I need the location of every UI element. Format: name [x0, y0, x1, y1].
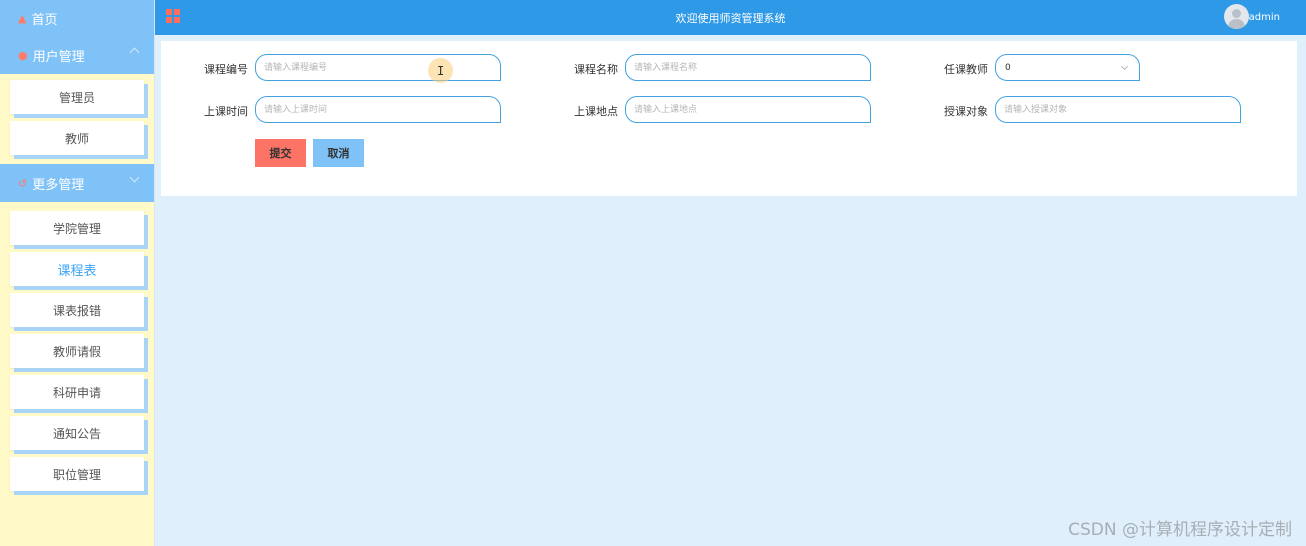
submit-button[interactable]: 提交 — [255, 139, 306, 167]
avatar[interactable] — [1224, 4, 1249, 29]
home-icon: ▲ — [18, 11, 27, 25]
sidebar-item-teacher[interactable]: 教师 — [10, 121, 144, 155]
sidebar-item-timetable[interactable]: 课程表 — [10, 252, 144, 286]
chevron-down-icon — [129, 172, 140, 183]
sidebar-item-position[interactable]: 职位管理 — [10, 457, 144, 491]
sidebar-item-college[interactable]: 学院管理 — [10, 211, 144, 245]
sidebar-item-notice[interactable]: 通知公告 — [10, 416, 144, 450]
teacher-label: 任课教师 — [944, 63, 988, 76]
course-name-label: 课程名称 — [574, 63, 618, 76]
course-id-label: 课程编号 — [204, 63, 248, 76]
sidebar: ▲ 首页 ● 用户管理 管理员 教师 ↺ 更多管理 学院管理 课程表 课表报错 … — [0, 0, 155, 546]
audience-label: 授课对象 — [944, 105, 988, 118]
nav-home[interactable]: ▲ 首页 — [0, 0, 154, 36]
nav-group-label: 用户管理 — [32, 49, 85, 65]
sidebar-item-timetable-error[interactable]: 课表报错 — [10, 293, 144, 327]
sidebar-item-teacher-leave[interactable]: 教师请假 — [10, 334, 144, 368]
nav-group-label: 更多管理 — [32, 177, 85, 193]
course-name-input[interactable] — [625, 54, 871, 81]
nav-home-label: 首页 — [31, 12, 58, 28]
nav-group-user-management[interactable]: ● 用户管理 — [0, 36, 154, 74]
teacher-select-value: 0 — [1005, 62, 1011, 73]
nav-group-more-management[interactable]: ↺ 更多管理 — [0, 164, 154, 202]
teacher-select[interactable]: 0 — [995, 54, 1140, 81]
refresh-icon: ↺ — [18, 176, 28, 190]
sidebar-item-research[interactable]: 科研申请 — [10, 375, 144, 409]
username[interactable]: admin — [1249, 12, 1280, 23]
user-icon: ● — [18, 48, 28, 62]
chevron-up-icon — [129, 47, 140, 58]
sidebar-item-admin[interactable]: 管理员 — [10, 80, 144, 114]
cancel-button[interactable]: 取消 — [313, 139, 364, 167]
class-time-label: 上课时间 — [204, 105, 248, 118]
class-time-input[interactable] — [255, 96, 501, 123]
course-id-input[interactable] — [255, 54, 501, 81]
more-management-submenu: 学院管理 课程表 课表报错 教师请假 科研申请 通知公告 职位管理 — [0, 202, 154, 500]
watermark: CSDN @计算机程序设计定制 — [1068, 520, 1292, 540]
class-place-label: 上课地点 — [574, 105, 618, 118]
page-title: 欢迎使用师资管理系统 — [675, 12, 786, 25]
text-cursor-icon: I — [437, 64, 445, 78]
user-management-submenu: 管理员 教师 — [0, 74, 154, 164]
class-place-input[interactable] — [625, 96, 871, 123]
top-header: 欢迎使用师资管理系统 admin — [155, 0, 1306, 35]
audience-input[interactable] — [995, 96, 1241, 123]
chevron-down-icon — [1120, 62, 1129, 71]
